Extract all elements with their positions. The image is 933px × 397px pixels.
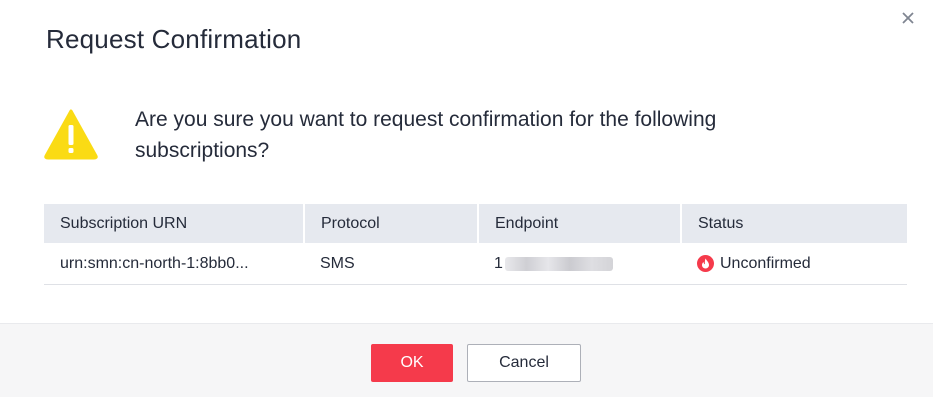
request-confirmation-dialog: Request Confirmation Are you sure you wa… xyxy=(0,0,933,397)
endpoint-value: 1 xyxy=(494,254,503,272)
column-header-status: Status xyxy=(681,204,907,243)
ok-button[interactable]: OK xyxy=(371,344,453,382)
dialog-footer: OK Cancel xyxy=(0,323,933,397)
cancel-button[interactable]: Cancel xyxy=(467,344,581,382)
subscriptions-table: Subscription URN Protocol Endpoint Statu… xyxy=(44,204,907,285)
unconfirmed-status-icon xyxy=(697,255,714,272)
protocol-cell: SMS xyxy=(304,243,478,285)
table-header-row: Subscription URN Protocol Endpoint Statu… xyxy=(44,204,907,243)
column-header-endpoint: Endpoint xyxy=(478,204,682,243)
column-header-subscription-urn: Subscription URN xyxy=(44,204,305,243)
redacted-endpoint xyxy=(504,256,613,271)
table-row: urn:smn:cn-north-1:8bb0... SMS 1 Unconfi… xyxy=(44,243,907,285)
column-header-protocol: Protocol xyxy=(304,204,479,243)
subscription-urn-cell: urn:smn:cn-north-1:8bb0... xyxy=(44,243,304,285)
status-cell: Unconfirmed xyxy=(681,243,907,285)
dialog-title: Request Confirmation xyxy=(46,24,302,54)
status-text: Unconfirmed xyxy=(720,254,811,272)
warning-message: Are you sure you want to request confirm… xyxy=(43,104,835,166)
confirmation-question: Are you sure you want to request confirm… xyxy=(135,108,717,162)
endpoint-cell: 1 xyxy=(478,243,681,285)
warning-icon xyxy=(44,109,98,160)
close-icon[interactable] xyxy=(899,9,917,27)
